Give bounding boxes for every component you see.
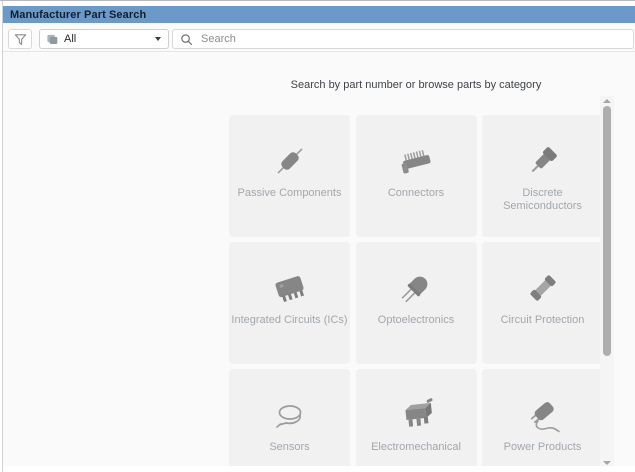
- category-card-label: Electromechanical: [371, 441, 461, 454]
- manufacturer-part-search-panel: Manufacturer Part Search All Search by p…: [0, 0, 635, 472]
- chevron-down-icon: [155, 37, 161, 41]
- search-icon: [180, 33, 193, 46]
- category-card-electromechanical[interactable]: Electromechanical: [356, 369, 477, 466]
- category-card-label: Optoelectronics: [378, 314, 454, 327]
- category-card-circuit-protection[interactable]: Circuit Protection: [482, 242, 603, 364]
- resistor-icon: [268, 139, 312, 183]
- category-card-label: Integrated Circuits (ICs): [231, 314, 347, 327]
- vertical-scrollbar[interactable]: [600, 96, 614, 468]
- filter-funnel-icon: [13, 32, 28, 47]
- category-card-label: Sensors: [269, 441, 309, 454]
- category-card-sensors[interactable]: Sensors: [229, 369, 350, 466]
- toolbar: All: [3, 23, 635, 52]
- ic-chip-icon: [268, 266, 312, 310]
- category-card-passive-components[interactable]: Passive Components: [229, 115, 350, 237]
- category-card-discrete-semiconductors[interactable]: Discrete Semiconductors: [482, 115, 603, 237]
- category-card-label: Discrete Semiconductors: [482, 187, 603, 213]
- category-card-label: Passive Components: [238, 187, 342, 200]
- fuse-icon: [521, 266, 565, 310]
- scroll-down-arrow-icon[interactable]: [603, 461, 611, 465]
- content-area: Search by part number or browse parts by…: [3, 52, 635, 466]
- category-filter-dropdown[interactable]: All: [39, 29, 169, 49]
- diode-icon: [521, 139, 565, 183]
- panel-title: Manufacturer Part Search: [3, 9, 146, 21]
- sensor-cable-icon: [268, 393, 312, 437]
- connector-icon: [394, 139, 438, 183]
- category-card-label: Power Products: [504, 441, 582, 454]
- search-hint-text: Search by part number or browse parts by…: [229, 79, 603, 91]
- search-box[interactable]: [172, 29, 634, 49]
- category-icon: [46, 33, 59, 46]
- category-card-integrated-circuits[interactable]: Integrated Circuits (ICs): [229, 242, 350, 364]
- category-card-optoelectronics[interactable]: Optoelectronics: [356, 242, 477, 364]
- panel-titlebar[interactable]: Manufacturer Part Search: [3, 6, 635, 23]
- filter-button[interactable]: [8, 29, 32, 49]
- scroll-up-arrow-icon[interactable]: [603, 99, 611, 103]
- category-filter-value: All: [64, 33, 150, 45]
- window-top-border: [0, 0, 635, 1]
- search-input[interactable]: [199, 32, 626, 46]
- category-card-label: Connectors: [388, 187, 444, 200]
- scrollbar-thumb[interactable]: [603, 106, 611, 356]
- relay-icon: [394, 393, 438, 437]
- power-adapter-icon: [521, 393, 565, 437]
- category-card-connectors[interactable]: Connectors: [356, 115, 477, 237]
- category-card-power-products[interactable]: Power Products: [482, 369, 603, 466]
- category-card-label: Circuit Protection: [501, 314, 585, 327]
- led-icon: [394, 266, 438, 310]
- category-grid: Passive Components: [229, 115, 603, 466]
- window-bottom-strip: [3, 466, 635, 472]
